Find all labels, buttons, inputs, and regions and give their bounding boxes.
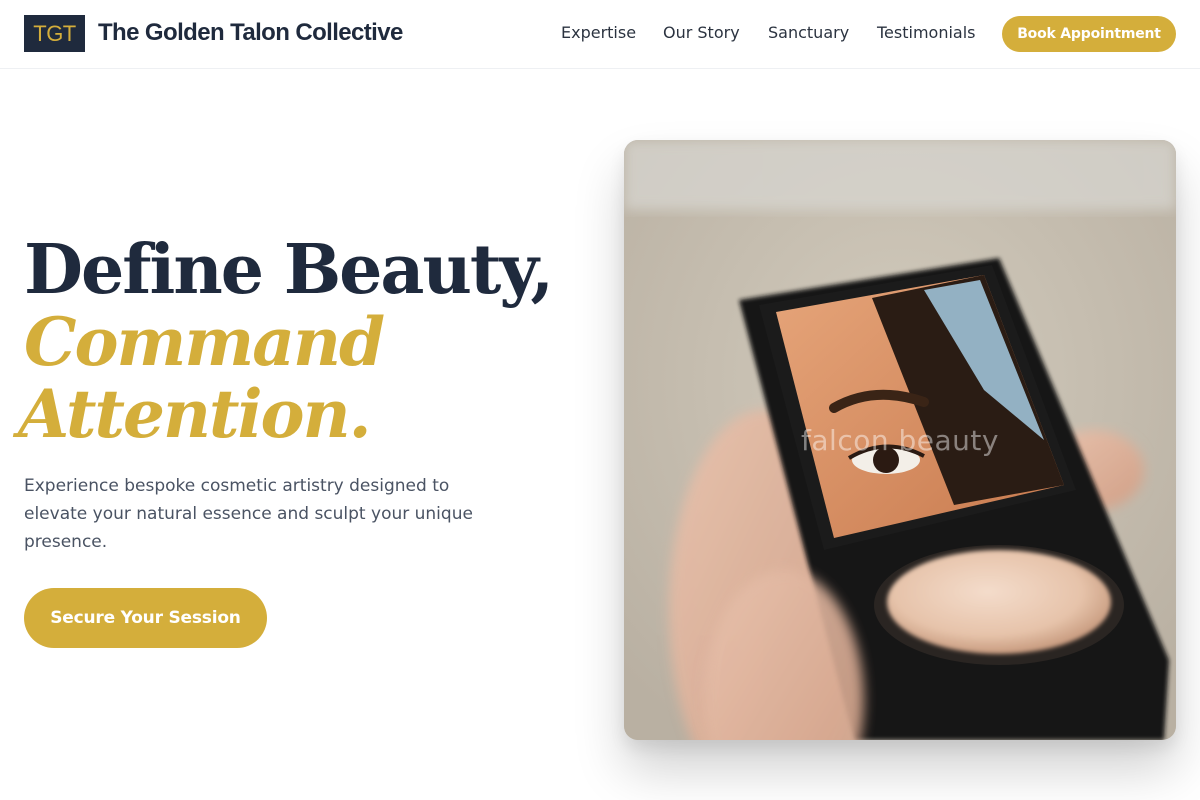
image-watermark: falcon beauty <box>801 424 999 457</box>
site-header: TGT The Golden Talon Collective Expertis… <box>0 0 1200 69</box>
nav-link-sanctuary[interactable]: Sanctuary <box>768 23 849 43</box>
hero-subtext: Experience bespoke cosmetic artistry des… <box>24 476 473 552</box>
headline-line-2: Command <box>24 303 385 381</box>
nav-link-expertise[interactable]: Expertise <box>561 23 636 43</box>
brand-name[interactable]: The Golden Talon Collective <box>98 18 403 48</box>
headline-line-3: Attention. <box>18 375 372 453</box>
hero-image: falcon beauty <box>624 140 1176 740</box>
headline-line-1: Define Beauty, <box>24 230 554 310</box>
hero-headline: Define Beauty, Command Attention. <box>18 230 584 450</box>
nav-link-testimonials[interactable]: Testimonials <box>877 23 976 43</box>
secure-session-button[interactable]: Secure Your Session <box>24 588 267 648</box>
logo-mark[interactable]: TGT <box>24 15 85 52</box>
book-appointment-button[interactable]: Book Appointment <box>1002 16 1176 52</box>
nav-link-our-story[interactable]: Our Story <box>663 23 740 43</box>
